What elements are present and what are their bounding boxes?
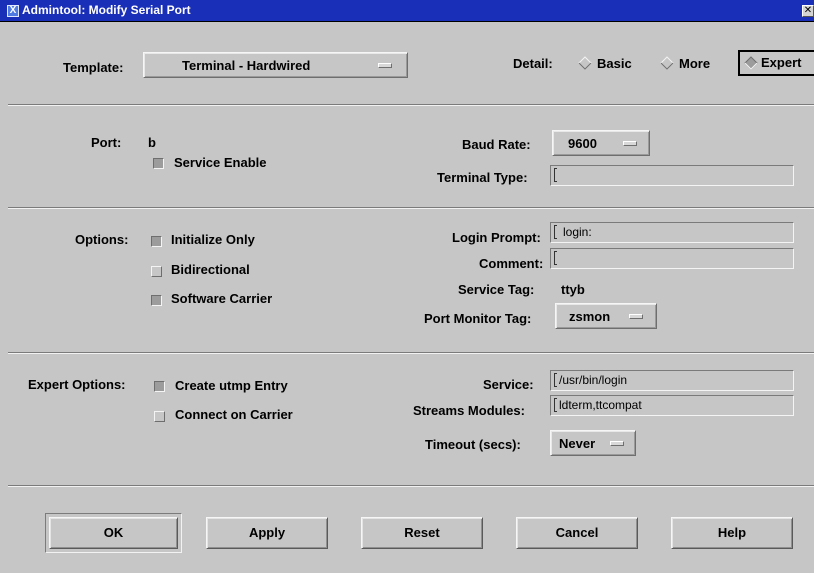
title-bar[interactable]: X Admintool: Modify Serial Port ✕ xyxy=(0,0,814,22)
baud-rate-value: 9600 xyxy=(568,136,597,151)
service-enable-label[interactable]: Service Enable xyxy=(174,155,267,170)
radio-basic-icon[interactable] xyxy=(577,55,593,71)
help-button[interactable]: Help xyxy=(671,517,793,549)
software-carrier-checkbox[interactable] xyxy=(151,295,162,306)
options-label: Options: xyxy=(75,232,129,247)
window-menu-icon[interactable]: X xyxy=(7,5,19,17)
ok-button[interactable]: OK xyxy=(49,517,178,549)
login-prompt-value: login: xyxy=(563,225,592,239)
menu-indicator-icon xyxy=(610,441,624,446)
port-monitor-tag-value: zsmon xyxy=(569,309,611,324)
window-title: Admintool: Modify Serial Port xyxy=(22,3,191,17)
software-carrier-label[interactable]: Software Carrier xyxy=(171,291,272,306)
create-utmp-label[interactable]: Create utmp Entry xyxy=(175,378,288,393)
apply-button[interactable]: Apply xyxy=(206,517,328,549)
service-tag-value: ttyb xyxy=(561,282,585,297)
baud-rate-label: Baud Rate: xyxy=(462,137,531,152)
timeout-label: Timeout (secs): xyxy=(425,437,521,452)
bidirectional-label[interactable]: Bidirectional xyxy=(171,262,250,277)
detail-option-expert[interactable]: Expert xyxy=(761,55,801,70)
section-divider xyxy=(8,485,814,487)
text-cursor xyxy=(554,373,557,387)
detail-expert-selected-frame[interactable]: Expert xyxy=(738,50,814,76)
connect-on-carrier-checkbox[interactable] xyxy=(154,411,165,422)
streams-modules-label: Streams Modules: xyxy=(413,403,525,418)
detail-option-more[interactable]: More xyxy=(679,56,710,71)
streams-modules-input[interactable]: ldterm,ttcompat xyxy=(550,395,794,416)
detail-option-basic[interactable]: Basic xyxy=(597,56,632,71)
radio-more-icon[interactable] xyxy=(659,55,675,71)
expert-options-label: Expert Options: xyxy=(28,377,126,392)
comment-input[interactable] xyxy=(550,248,794,269)
template-label: Template: xyxy=(63,60,124,75)
template-value: Terminal - Hardwired xyxy=(182,58,311,73)
terminal-type-input[interactable] xyxy=(550,165,794,186)
timeout-value: Never xyxy=(559,436,596,451)
comment-label: Comment: xyxy=(479,256,544,271)
cancel-button[interactable]: Cancel xyxy=(516,517,638,549)
section-divider xyxy=(8,207,814,209)
menu-indicator-icon xyxy=(378,63,392,68)
menu-indicator-icon xyxy=(623,141,637,146)
streams-modules-value: ldterm,ttcompat xyxy=(559,398,642,412)
text-cursor xyxy=(554,398,557,412)
service-tag-label: Service Tag: xyxy=(458,282,535,297)
menu-indicator-icon xyxy=(629,314,643,319)
initialize-only-label[interactable]: Initialize Only xyxy=(171,232,255,247)
baud-rate-menu-button[interactable]: 9600 xyxy=(552,130,650,156)
template-menu-button[interactable]: Terminal - Hardwired xyxy=(143,52,408,78)
port-monitor-tag-menu-button[interactable]: zsmon xyxy=(555,303,657,329)
text-cursor xyxy=(554,225,557,239)
create-utmp-checkbox[interactable] xyxy=(154,381,165,392)
text-cursor xyxy=(554,168,557,182)
bidirectional-checkbox[interactable] xyxy=(151,266,162,277)
service-value: /usr/bin/login xyxy=(559,373,628,387)
text-cursor xyxy=(554,251,557,265)
detail-label: Detail: xyxy=(513,56,553,71)
port-label: Port: xyxy=(91,135,122,150)
service-input[interactable]: /usr/bin/login xyxy=(550,370,794,391)
port-value: b xyxy=(148,135,156,150)
terminal-type-label: Terminal Type: xyxy=(437,170,528,185)
initialize-only-checkbox[interactable] xyxy=(151,236,162,247)
timeout-menu-button[interactable]: Never xyxy=(550,430,636,456)
connect-on-carrier-label[interactable]: Connect on Carrier xyxy=(175,407,293,422)
port-monitor-tag-label: Port Monitor Tag: xyxy=(424,311,532,326)
section-divider xyxy=(8,352,814,354)
login-prompt-input[interactable]: login: xyxy=(550,222,794,243)
radio-expert-icon[interactable] xyxy=(743,55,759,71)
service-label: Service: xyxy=(483,377,534,392)
login-prompt-label: Login Prompt: xyxy=(452,230,541,245)
close-icon[interactable]: ✕ xyxy=(802,5,814,17)
service-enable-checkbox[interactable] xyxy=(153,158,164,169)
reset-button[interactable]: Reset xyxy=(361,517,483,549)
section-divider xyxy=(8,104,814,106)
